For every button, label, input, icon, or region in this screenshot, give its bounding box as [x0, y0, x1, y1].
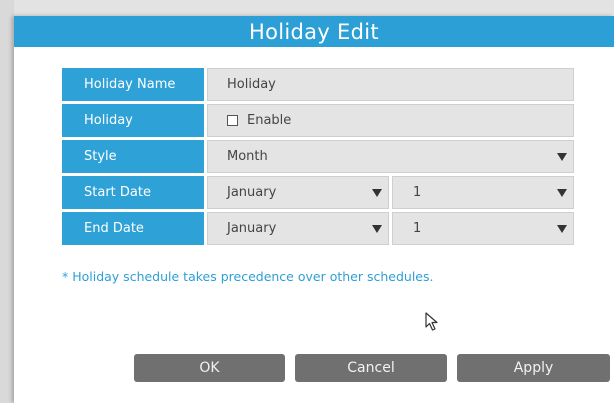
end-month-select[interactable]: January [207, 212, 389, 245]
holiday-enable-field: Enable [207, 104, 574, 137]
background-window [0, 0, 614, 16]
holiday-enable-row: Holiday Enable [62, 104, 574, 137]
end-day-select[interactable]: 1 [392, 212, 574, 245]
mouse-pointer-icon [425, 312, 438, 331]
holiday-name-input[interactable]: Holiday [207, 68, 574, 101]
style-label: Style [62, 140, 204, 173]
style-row: Style Month [62, 140, 574, 173]
holiday-form: Holiday Name Holiday Holiday Enable Styl… [62, 68, 574, 248]
style-select-value: Month [227, 149, 268, 164]
end-date-label: End Date [62, 212, 204, 245]
schedule-precedence-note: * Holiday schedule takes precedence over… [62, 269, 434, 284]
holiday-edit-dialog: Holiday Edit Holiday Name Holiday Holida… [14, 16, 614, 403]
holiday-name-label: Holiday Name [62, 68, 204, 101]
enable-checkbox-label[interactable]: Enable [247, 113, 291, 128]
cancel-button[interactable]: Cancel [295, 354, 447, 382]
chevron-down-icon [557, 152, 567, 161]
start-month-select[interactable]: January [207, 176, 389, 209]
apply-button[interactable]: Apply [457, 354, 610, 382]
dialog-title: Holiday Edit [14, 16, 614, 47]
style-select[interactable]: Month [207, 140, 574, 173]
ok-button[interactable]: OK [134, 354, 285, 382]
holiday-name-row: Holiday Name Holiday [62, 68, 574, 101]
start-date-label: Start Date [62, 176, 204, 209]
start-day-value: 1 [413, 185, 422, 200]
start-day-select[interactable]: 1 [392, 176, 574, 209]
end-date-row: End Date January 1 [62, 212, 574, 245]
checkbox-icon[interactable] [227, 115, 238, 126]
start-month-value: January [227, 185, 277, 200]
holiday-enable-label: Holiday [62, 104, 204, 137]
chevron-down-icon [557, 224, 567, 233]
end-month-value: January [227, 221, 277, 236]
chevron-down-icon [372, 224, 382, 233]
start-date-row: Start Date January 1 [62, 176, 574, 209]
end-day-value: 1 [413, 221, 422, 236]
background-window-edge [0, 0, 14, 403]
chevron-down-icon [372, 188, 382, 197]
chevron-down-icon [557, 188, 567, 197]
